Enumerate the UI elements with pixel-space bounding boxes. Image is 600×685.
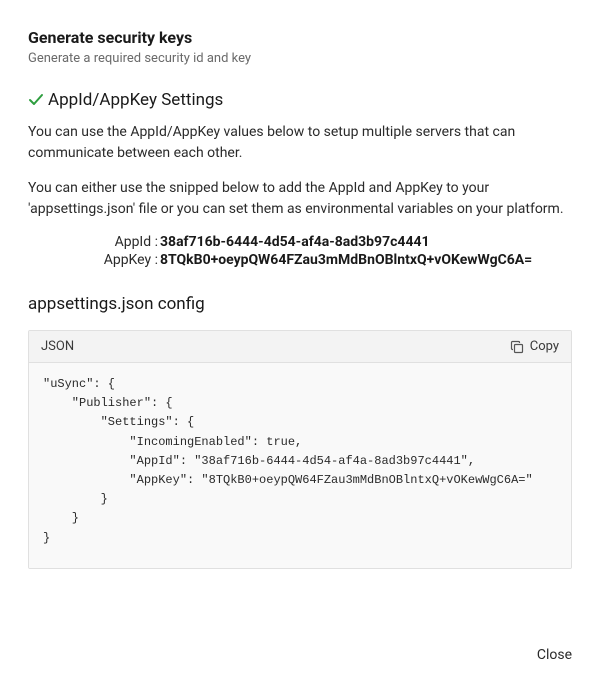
copy-icon bbox=[510, 340, 524, 354]
close-button[interactable]: Close bbox=[537, 647, 572, 663]
appkey-row: AppKey : 8TQkB0+oeypQW64FZau3mMdBnOBlntx… bbox=[28, 252, 572, 268]
checkmark-icon bbox=[28, 92, 44, 108]
appkey-label: AppKey : bbox=[28, 252, 160, 268]
code-header: JSON Copy bbox=[29, 331, 571, 363]
appid-label: AppId : bbox=[28, 234, 160, 250]
page-title: Generate security keys bbox=[28, 28, 572, 47]
section-heading-text: AppId/AppKey Settings bbox=[48, 90, 223, 110]
page-subtitle: Generate a required security id and key bbox=[28, 51, 572, 66]
appid-row: AppId : 38af716b-6444-4d54-af4a-8ad3b97c… bbox=[28, 234, 572, 250]
intro-paragraph-1: You can use the AppId/AppKey values belo… bbox=[28, 122, 572, 164]
appid-value: 38af716b-6444-4d54-af4a-8ad3b97c4441 bbox=[160, 234, 430, 250]
copy-button-label: Copy bbox=[530, 339, 559, 354]
copy-button[interactable]: Copy bbox=[510, 339, 559, 354]
code-language-label: JSON bbox=[41, 339, 74, 354]
key-values-block: AppId : 38af716b-6444-4d54-af4a-8ad3b97c… bbox=[28, 234, 572, 268]
code-block: JSON Copy "uSync": { "Publisher": { "Set… bbox=[28, 330, 572, 569]
config-heading: appsettings.json config bbox=[28, 294, 572, 314]
section-heading: AppId/AppKey Settings bbox=[28, 90, 572, 110]
code-body: "uSync": { "Publisher": { "Settings": { … bbox=[29, 363, 571, 568]
intro-paragraph-2: You can either use the snipped below to … bbox=[28, 178, 572, 220]
appkey-value: 8TQkB0+oeypQW64FZau3mMdBnOBlntxQ+vOKewWg… bbox=[160, 252, 532, 268]
